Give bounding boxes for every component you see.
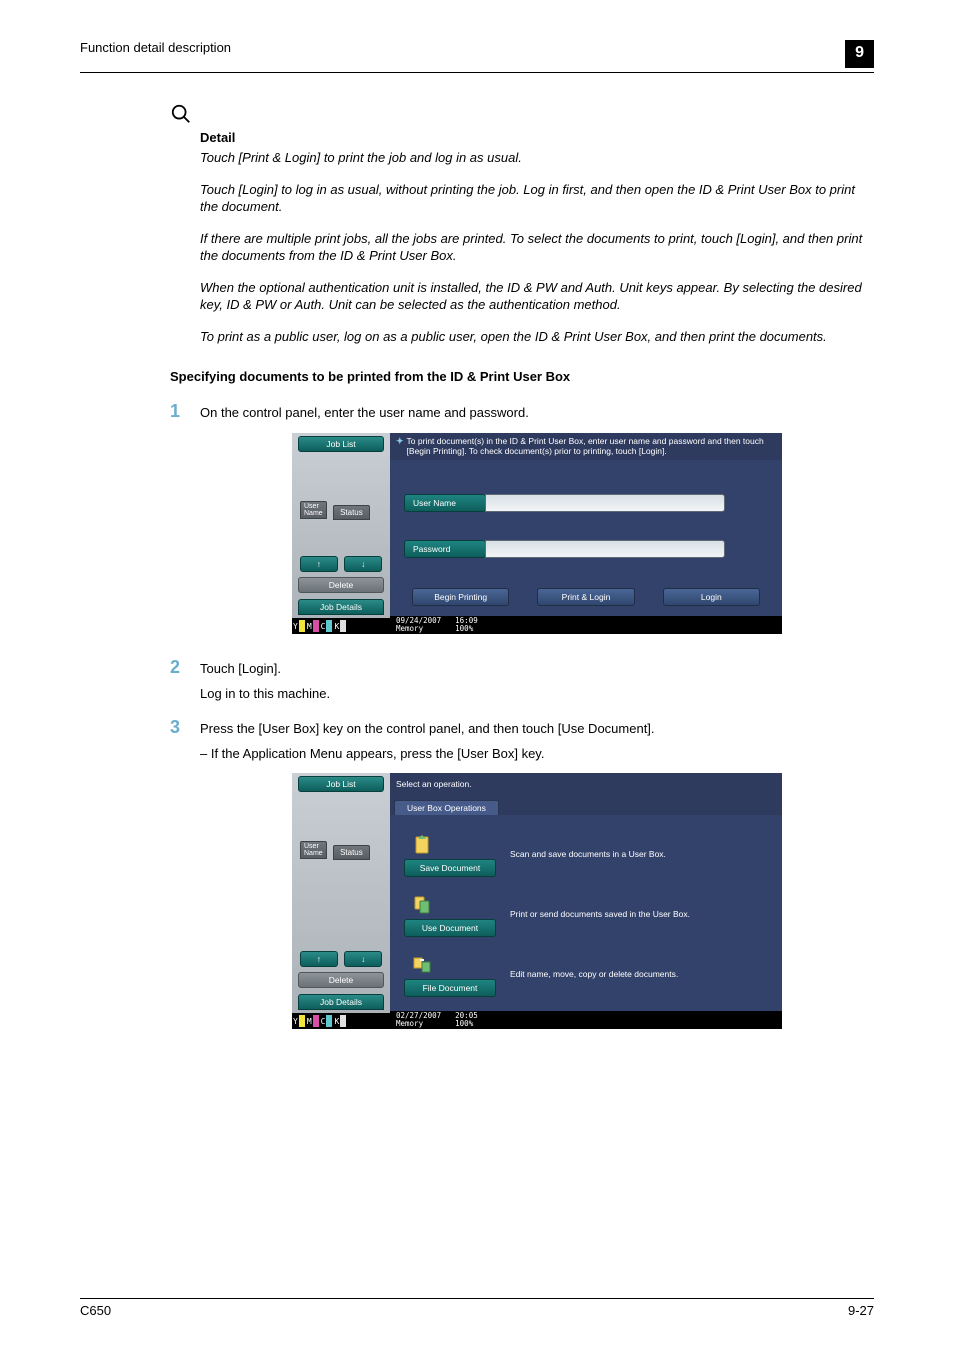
password-field-label[interactable]: Password (404, 540, 486, 558)
job-details-button[interactable]: Job Details (298, 599, 384, 615)
memory-label: Memory (396, 1020, 441, 1028)
magnifier-icon (170, 103, 874, 128)
save-document-button[interactable]: Save Document (404, 859, 496, 877)
memory-label: Memory (396, 625, 441, 633)
status-tab[interactable]: Status (333, 845, 370, 860)
message-text: Select an operation. (396, 779, 776, 789)
control-panel-user-box: Job List User Name Status ↑ ↓ Delete Job… (292, 773, 782, 1029)
chapter-number-badge: 9 (845, 40, 874, 68)
step-text: Press the [User Box] key on the control … (200, 720, 874, 739)
use-document-desc: Print or send documents saved in the Use… (510, 909, 690, 919)
control-panel-login: Job List User Name Status ↑ ↓ Delete Job… (292, 433, 782, 634)
login-button[interactable]: Login (663, 588, 760, 606)
detail-heading: Detail (200, 130, 874, 145)
step-text: Touch [Login]. (200, 660, 874, 679)
info-icon: ✦ (396, 436, 404, 447)
footer-rule (80, 1298, 874, 1299)
user-name-tab[interactable]: User Name (300, 501, 327, 519)
detail-paragraph: Touch [Print & Login] to print the job a… (200, 149, 874, 167)
memory-value: 100% (455, 625, 478, 633)
toner-indicator: Y M C K (292, 1013, 390, 1029)
detail-paragraph: When the optional authentication unit is… (200, 279, 874, 314)
running-header: Function detail description (80, 40, 231, 55)
job-details-button[interactable]: Job Details (298, 994, 384, 1010)
arrow-down-button[interactable]: ↓ (344, 556, 382, 572)
detail-paragraph: If there are multiple print jobs, all th… (200, 230, 874, 265)
job-list-button[interactable]: Job List (298, 776, 384, 792)
section-heading: Specifying documents to be printed from … (170, 369, 874, 384)
step-text: On the control panel, enter the user nam… (200, 402, 874, 423)
user-name-tab[interactable]: User Name (300, 841, 327, 859)
file-document-desc: Edit name, move, copy or delete document… (510, 969, 678, 979)
detail-paragraph: Touch [Login] to log in as usual, withou… (200, 181, 874, 216)
header-rule (80, 72, 874, 73)
message-text: To print document(s) in the ID & Print U… (407, 436, 776, 456)
message-bar: ✦ To print document(s) in the ID & Print… (390, 433, 782, 459)
memory-value: 100% (455, 1020, 478, 1028)
step-bullet: If the Application Menu appears, press t… (200, 745, 874, 764)
status-bar: 09/24/2007 Memory 16:09 100% (390, 616, 782, 635)
step-number: 1 (170, 402, 200, 422)
footer-page-number: 9-27 (848, 1303, 874, 1318)
password-input[interactable] (485, 540, 725, 558)
user-name-field-label[interactable]: User Name (404, 494, 486, 512)
arrow-down-button[interactable]: ↓ (344, 951, 382, 967)
print-and-login-button[interactable]: Print & Login (537, 588, 634, 606)
begin-printing-button[interactable]: Begin Printing (412, 588, 509, 606)
step-subtext: Log in to this machine. (200, 685, 874, 704)
step-number: 2 (170, 658, 200, 678)
delete-button[interactable]: Delete (298, 972, 384, 988)
user-box-operations-tab[interactable]: User Box Operations (394, 800, 499, 815)
save-document-icon (408, 831, 436, 859)
use-document-button[interactable]: Use Document (404, 919, 496, 937)
file-document-button[interactable]: File Document (404, 979, 496, 997)
delete-button[interactable]: Delete (298, 577, 384, 593)
status-bar: 02/27/2007 Memory 20:05 100% (390, 1011, 782, 1030)
arrow-up-button[interactable]: ↑ (300, 951, 338, 967)
step-number: 3 (170, 718, 200, 738)
footer-model: C650 (80, 1303, 111, 1318)
detail-paragraph: To print as a public user, log on as a p… (200, 328, 874, 346)
arrow-up-button[interactable]: ↑ (300, 556, 338, 572)
message-bar: Select an operation. (390, 773, 782, 795)
use-document-icon (408, 891, 436, 919)
user-name-input[interactable] (485, 494, 725, 512)
job-list-button[interactable]: Job List (298, 436, 384, 452)
file-document-icon (408, 951, 436, 979)
status-tab[interactable]: Status (333, 505, 370, 520)
toner-indicator: Y M C K (292, 618, 390, 634)
save-document-desc: Scan and save documents in a User Box. (510, 849, 666, 859)
